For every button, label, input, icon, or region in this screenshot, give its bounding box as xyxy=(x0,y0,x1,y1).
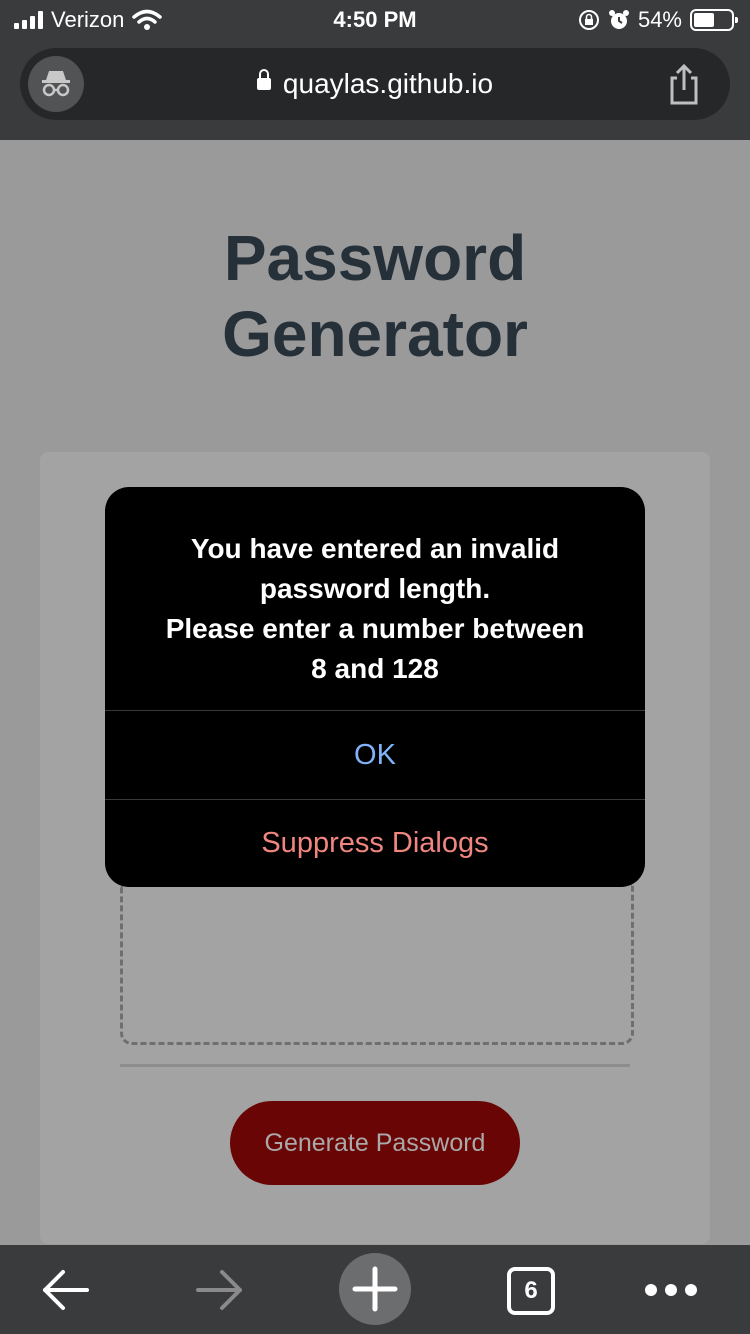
alert-dialog: You have entered an invalid password len… xyxy=(105,487,645,887)
more-dots-icon[interactable] xyxy=(636,1245,706,1334)
alarm-icon xyxy=(608,10,629,29)
status-right: 54% xyxy=(578,6,738,34)
alert-message-line: You have entered an invalid xyxy=(190,533,560,564)
bottom-toolbar: 6 xyxy=(0,1245,750,1334)
rotation-lock-icon xyxy=(578,10,599,30)
ok-button[interactable]: OK xyxy=(105,711,645,799)
generate-password-button[interactable]: Generate Password xyxy=(230,1101,520,1185)
password-output-area[interactable] xyxy=(120,884,634,1045)
battery-icon xyxy=(690,9,738,31)
browser-chrome: quaylas.github.io xyxy=(0,40,750,140)
address-bar[interactable]: quaylas.github.io xyxy=(20,48,730,120)
new-tab-button[interactable] xyxy=(339,1253,411,1325)
alert-message: You have entered an invalid password len… xyxy=(125,529,625,689)
card-divider xyxy=(120,1064,630,1067)
alert-message-line: password length. xyxy=(259,573,491,604)
share-icon[interactable] xyxy=(664,62,704,106)
alert-message-line: 8 and 128 xyxy=(311,653,439,684)
alert-message-line: Please enter a number between xyxy=(165,613,585,644)
title-line-1: Password xyxy=(223,222,527,294)
plus-icon xyxy=(352,1266,398,1312)
forward-arrow-icon[interactable] xyxy=(185,1245,255,1334)
title-line-2: Generator xyxy=(222,298,528,370)
page-title: Password Generator xyxy=(0,220,750,372)
back-arrow-icon[interactable] xyxy=(30,1245,100,1334)
lock-icon xyxy=(256,68,271,90)
url-text: quaylas.github.io xyxy=(282,68,494,99)
suppress-dialogs-button[interactable]: Suppress Dialogs xyxy=(105,800,645,887)
url-display[interactable]: quaylas.github.io xyxy=(20,68,730,100)
tab-switcher-button[interactable]: 6 xyxy=(507,1267,555,1315)
status-bar: Verizon 4:50 PM 54% xyxy=(0,0,750,40)
battery-percent: 54% xyxy=(637,7,682,32)
